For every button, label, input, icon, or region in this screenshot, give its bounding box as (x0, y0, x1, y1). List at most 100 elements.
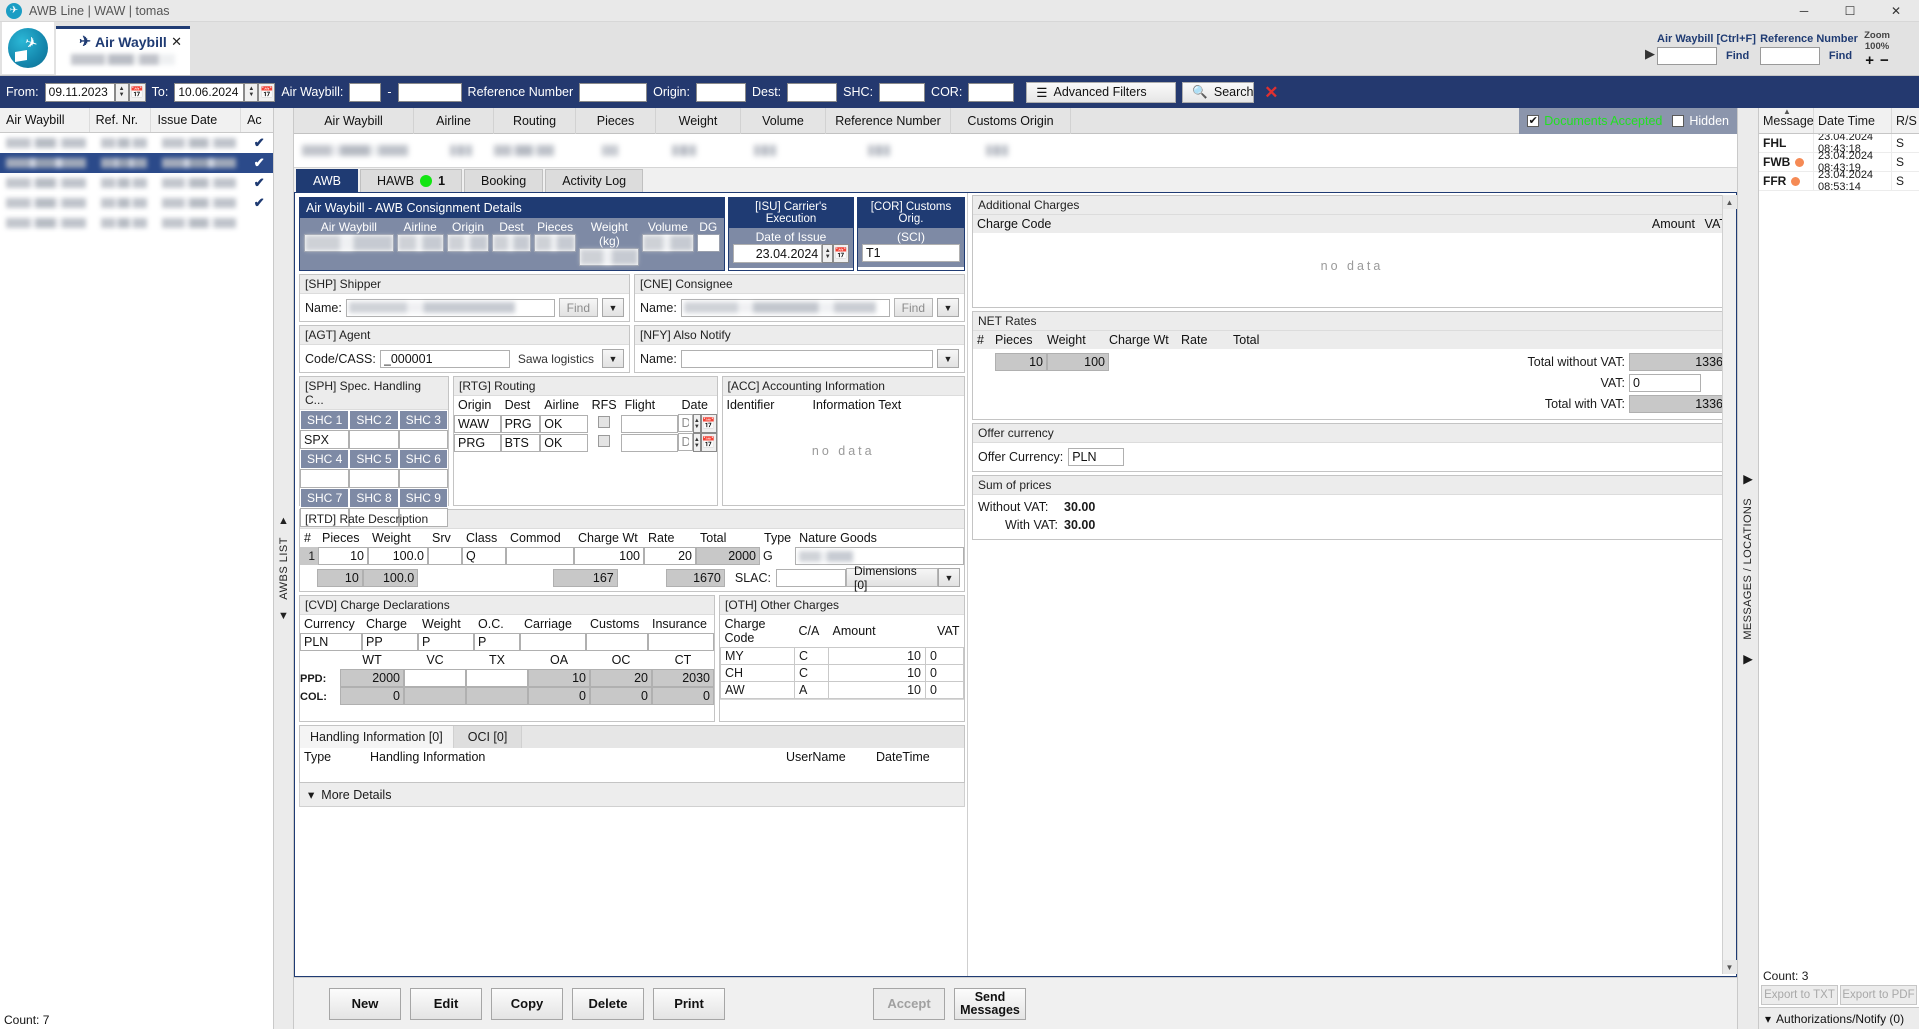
maximize-button[interactable]: ☐ (1827, 0, 1873, 22)
rtd-charge-wt-0[interactable] (574, 547, 644, 565)
find-reference-input[interactable] (1759, 47, 1820, 65)
rtd-class-0[interactable] (462, 547, 506, 565)
collapse-down-icon[interactable]: ▼ (278, 610, 289, 622)
other-charges-row[interactable]: AW A 10 0 (720, 681, 964, 699)
minimize-button[interactable]: ─ (1781, 0, 1827, 22)
tab-activity-log[interactable]: Activity Log (545, 169, 644, 192)
cvd-ppd-2[interactable] (466, 669, 528, 687)
routing-row[interactable]: ▲▼📅 (454, 414, 717, 433)
routing-origin-0[interactable] (454, 414, 501, 433)
dimensions-dropdown-icon[interactable]: ▼ (938, 568, 961, 587)
cor-input[interactable] (968, 82, 1015, 102)
consignment-pieces-field[interactable] (533, 234, 577, 252)
grid-column-pieces[interactable]: Pieces (576, 107, 656, 134)
consignment-dg-field[interactable] (696, 234, 720, 252)
date-of-issue-input[interactable] (733, 244, 823, 263)
accept-button[interactable]: Accept (873, 987, 945, 1020)
rtd-rate-0[interactable] (644, 547, 696, 565)
message-row[interactable]: FFR 23.04.2024 08:53:14 S (1759, 169, 1919, 193)
list-item[interactable]: ✔ (0, 153, 273, 173)
advanced-filters-button[interactable]: ☰ Advanced Filters (1026, 81, 1177, 103)
shipper-find-button[interactable]: Find (558, 298, 598, 317)
tab-overflow-arrow-icon[interactable]: ▶ (1645, 46, 1655, 62)
routing-date-spinner-1[interactable]: ▲ ▼ (692, 433, 701, 452)
results-grid-row[interactable] (294, 134, 1737, 168)
awb-prefix-input[interactable] (349, 82, 382, 102)
from-date-spinner[interactable]: ▲ ▼ (114, 82, 129, 102)
grid-column-volume[interactable]: Volume (741, 107, 826, 134)
messages-locations-strip[interactable]: ▶ MESSAGES / LOCATIONS ▶ (1737, 108, 1759, 1029)
messages-expand-right-icon[interactable]: ▶ (1743, 471, 1753, 486)
export-to-pdf-button[interactable]: Export to PDF (1840, 985, 1917, 1005)
list-item[interactable]: ✔ (0, 133, 273, 153)
messages-col-message[interactable]: ▲ Message (1759, 107, 1814, 133)
new-button[interactable]: New (329, 987, 401, 1020)
shc-input-1[interactable]: SPX (300, 430, 350, 449)
consignment-volume-field[interactable] (642, 234, 694, 252)
shc-input-2[interactable] (349, 430, 399, 449)
edit-button[interactable]: Edit (410, 987, 482, 1020)
reference-number-input[interactable] (579, 82, 648, 102)
shc-input-3[interactable] (398, 430, 448, 449)
close-button[interactable]: ✕ (1873, 0, 1919, 22)
shipper-dropdown-icon[interactable]: ▼ (602, 298, 624, 317)
hidden-check-icon[interactable] (1672, 114, 1685, 127)
find-reference-button[interactable]: Find (1823, 49, 1858, 63)
routing-airline-0[interactable] (540, 414, 588, 433)
zoom-in-button[interactable]: + (1865, 52, 1874, 69)
other-charges-row[interactable]: CH C 10 0 (720, 664, 964, 682)
routing-rfs-checkbox-1[interactable] (598, 435, 611, 447)
routing-row[interactable]: ▲▼📅 (454, 433, 717, 452)
grid-column-air-waybill[interactable]: Air Waybill (294, 107, 414, 134)
to-date-input[interactable] (174, 82, 245, 102)
rtd-pieces-0[interactable] (318, 547, 368, 565)
date-of-issue-calendar-icon[interactable]: 📅 (833, 244, 849, 263)
tab-booking[interactable]: Booking (464, 169, 544, 192)
grid-column-customs-origin[interactable]: Customs Origin (951, 107, 1071, 134)
dimensions-button[interactable]: Dimensions [0] (846, 564, 939, 592)
other-charges-row[interactable]: MY C 10 0 (720, 647, 964, 665)
rate-description-row[interactable]: 1G (300, 547, 964, 565)
dest-input[interactable] (787, 82, 838, 102)
column-air-waybill[interactable]: Air Waybill (0, 108, 90, 132)
shc-input-5[interactable] (349, 469, 399, 488)
column-ac[interactable]: Ac (241, 108, 273, 132)
clear-filters-icon[interactable]: ✕ (1264, 84, 1278, 101)
routing-date-spinner-0[interactable]: ▲ ▼ (692, 414, 701, 433)
delete-button[interactable]: Delete (572, 987, 644, 1020)
date-of-issue-spinner[interactable]: ▲ ▼ (822, 244, 834, 263)
tab-awb[interactable]: AWB (296, 169, 359, 192)
tab-close-icon[interactable]: ✕ (171, 34, 182, 50)
scroll-down-icon[interactable]: ▼ (1722, 960, 1737, 974)
find-awb-button[interactable]: Find (1720, 49, 1755, 63)
routing-flight-1[interactable] (620, 433, 678, 452)
cvd-value-2[interactable] (418, 633, 474, 651)
consignment-weight-field[interactable] (579, 248, 640, 266)
sci-input[interactable] (862, 244, 960, 262)
list-item[interactable]: ✔ (0, 173, 273, 193)
rtd-weight-0[interactable] (368, 547, 428, 565)
routing-flight-0[interactable] (620, 414, 678, 433)
cvd-value-5[interactable] (586, 633, 648, 651)
to-date-spinner[interactable]: ▲ ▼ (244, 82, 259, 102)
grid-column-reference-number[interactable]: Reference Number (826, 107, 951, 134)
offer-currency-input[interactable] (1068, 448, 1125, 466)
more-details-toggle[interactable]: ▾ More Details (299, 783, 965, 807)
routing-rfs-checkbox-0[interactable] (598, 416, 611, 428)
print-button[interactable]: Print (653, 987, 725, 1020)
tab-handling-information[interactable]: Handling Information [0] (300, 726, 454, 748)
cvd-value-4[interactable] (520, 633, 586, 651)
to-date-picker[interactable]: ▲▼ 📅 (174, 82, 276, 102)
consignment-dest-field[interactable] (492, 234, 531, 252)
hidden-checkbox[interactable]: Hidden (1672, 114, 1729, 128)
collapse-up-icon[interactable]: ▲ (278, 515, 289, 527)
rtd-nature-goods-0[interactable] (795, 547, 964, 565)
shc-input-6[interactable] (398, 469, 448, 488)
messages-col-rs[interactable]: R/S (1892, 108, 1919, 133)
documents-accepted-checkbox[interactable]: ✔ Documents Accepted (1527, 114, 1662, 128)
list-item[interactable] (0, 213, 273, 233)
cvd-value-0[interactable] (300, 633, 362, 651)
rtd-srv-0[interactable] (428, 547, 462, 565)
export-to-txt-button[interactable]: Export to TXT (1761, 985, 1838, 1005)
also-notify-name-input[interactable] (680, 349, 933, 368)
